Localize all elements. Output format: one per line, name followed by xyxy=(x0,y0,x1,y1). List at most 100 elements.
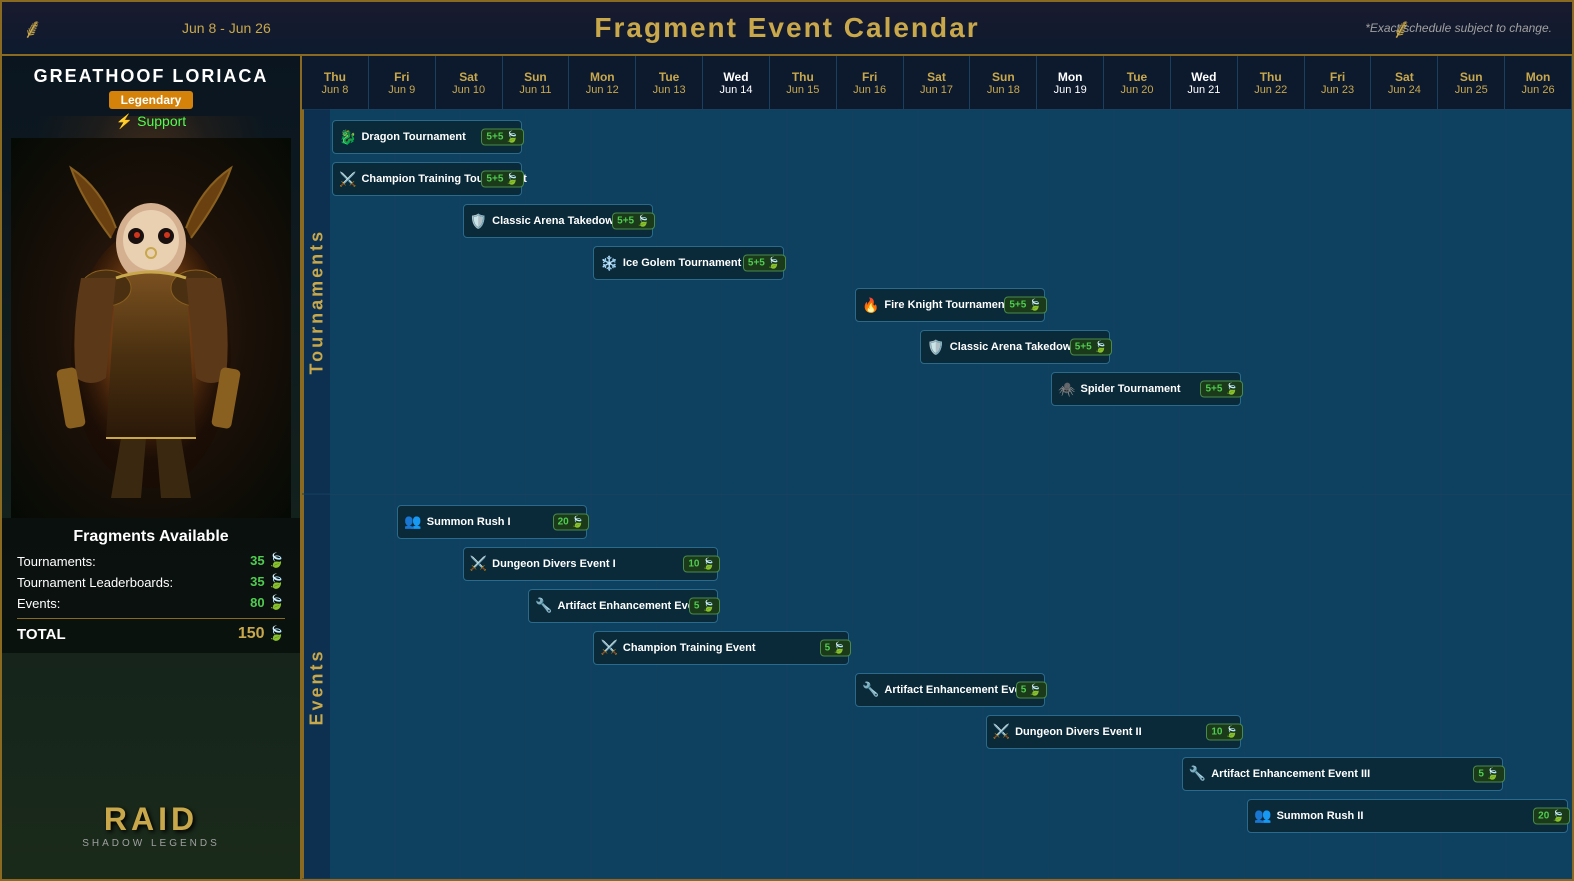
frag-count: 5 xyxy=(1478,768,1484,779)
fragment-badge: 5+5 🍃 xyxy=(481,129,524,146)
leaf-icon: 🍃 xyxy=(832,641,846,654)
event-name: Champion Training Event xyxy=(623,642,756,654)
day-name: Sun xyxy=(1460,70,1483,84)
frag-label-leaderboards: Tournament Leaderboards: xyxy=(17,575,173,590)
frag-icon-tournaments: 🍃 xyxy=(268,552,285,568)
day-name: Fri xyxy=(394,70,409,84)
events-label: Events xyxy=(302,495,330,879)
event-name: Fire Knight Tournament xyxy=(884,299,1008,311)
event-bar-7[interactable]: 👥 Summon Rush II 20 🍃 xyxy=(1247,799,1568,833)
day-date: Jun 26 xyxy=(1522,84,1555,96)
col-header-Jun-15: Thu Jun 15 xyxy=(770,56,837,109)
event-icon: 👥 xyxy=(404,513,421,530)
raid-subtitle: SHADOW LEGENDS xyxy=(82,838,220,849)
leaf-icon: 🍃 xyxy=(701,599,715,612)
total-label: TOTAL xyxy=(17,626,66,643)
event-bar-0[interactable]: 👥 Summon Rush I 20 🍃 xyxy=(397,505,587,539)
event-bar-2[interactable]: 🔧 Artifact Enhancement Event I 5 🍃 xyxy=(528,589,718,623)
event-name: Spider Tournament xyxy=(1080,383,1180,395)
event-icon: 🕷️ xyxy=(1058,381,1075,398)
event-bar-6[interactable]: 🔧 Artifact Enhancement Event III 5 🍃 xyxy=(1182,757,1503,791)
event-icon: ❄️ xyxy=(600,255,617,272)
event-name: Artifact Enhancement Event I xyxy=(558,600,711,612)
fragment-badge: 5 🍃 xyxy=(1473,765,1504,782)
day-date: Jun 15 xyxy=(786,84,819,96)
leaf-icon: 🍃 xyxy=(505,131,519,144)
col-header-Jun-22: Thu Jun 22 xyxy=(1238,56,1305,109)
col-header-Jun-19: Mon Jun 19 xyxy=(1037,56,1104,109)
raid-title: RAID xyxy=(82,801,220,838)
event-icon: 🔥 xyxy=(862,297,879,314)
day-date: Jun 20 xyxy=(1121,84,1154,96)
event-bar-4[interactable]: 🔥 Fire Knight Tournament 5+5 🍃 xyxy=(855,288,1045,322)
event-bar-3[interactable]: ❄️ Ice Golem Tournament 5+5 🍃 xyxy=(593,246,783,280)
col-header-Jun-10: Sat Jun 10 xyxy=(436,56,503,109)
fragments-section: Fragments Available Tournaments: 35🍃 Tou… xyxy=(2,518,300,653)
event-bar-4[interactable]: 🔧 Artifact Enhancement Event II 5 🍃 xyxy=(855,673,1045,707)
fragment-badge: 5 🍃 xyxy=(689,597,720,614)
col-header-Jun-23: Fri Jun 23 xyxy=(1305,56,1372,109)
event-bar-5[interactable]: ⚔️ Dungeon Divers Event II 10 🍃 xyxy=(986,715,1241,749)
app-wrapper: ⸙ Jun 8 - Jun 26 Fragment Event Calendar… xyxy=(0,0,1574,881)
event-bar-1[interactable]: ⚔️ Dungeon Divers Event I 10 🍃 xyxy=(463,547,718,581)
character-svg xyxy=(51,158,251,498)
fragment-badge: 5+5 🍃 xyxy=(1200,381,1243,398)
leaf-icon: 🍃 xyxy=(1224,725,1238,738)
event-bar-6[interactable]: 🕷️ Spider Tournament 5+5 🍃 xyxy=(1051,372,1241,406)
frag-row-leaderboards: Tournament Leaderboards: 35🍃 xyxy=(17,573,285,591)
tournaments-label: Tournaments xyxy=(302,110,330,494)
character-name: GREATHOOF LORIACA xyxy=(34,66,269,87)
day-date: Jun 25 xyxy=(1455,84,1488,96)
event-bar-1[interactable]: ⚔️ Champion Training Tournament 5+5 🍃 xyxy=(332,162,522,196)
day-name: Tue xyxy=(1127,70,1147,84)
total-row: TOTAL 150🍃 xyxy=(17,618,285,643)
calendar-body: Tournaments 🐉 Dragon Tournament 5+5 🍃 ⚔️… xyxy=(302,110,1572,879)
event-name: Classic Arena Takedown II xyxy=(950,341,1088,353)
top-header: ⸙ Jun 8 - Jun 26 Fragment Event Calendar… xyxy=(2,2,1572,56)
day-date: Jun 22 xyxy=(1254,84,1287,96)
event-icon: ⚔️ xyxy=(993,723,1010,740)
day-date: Jun 18 xyxy=(987,84,1020,96)
leaf-icon: 🍃 xyxy=(1486,767,1500,780)
frag-icon-events: 🍃 xyxy=(268,594,285,610)
event-name: Dungeon Divers Event II xyxy=(1015,726,1142,738)
col-header-Jun-25: Sun Jun 25 xyxy=(1438,56,1505,109)
day-name: Mon xyxy=(590,70,615,84)
frag-count: 10 xyxy=(1211,726,1222,737)
event-icon: 👥 xyxy=(1254,807,1271,824)
day-date: Jun 11 xyxy=(519,84,551,96)
leaf-icon: 🍃 xyxy=(1028,683,1042,696)
frag-count: 5+5 xyxy=(617,216,634,227)
day-date: Jun 14 xyxy=(719,84,752,96)
col-header-Jun-24: Sat Jun 24 xyxy=(1371,56,1438,109)
day-date: Jun 23 xyxy=(1321,84,1354,96)
events-grid: 👥 Summon Rush I 20 🍃 ⚔️ Dungeon Divers E… xyxy=(330,495,1572,879)
day-date: Jun 12 xyxy=(586,84,619,96)
event-bar-5[interactable]: 🛡️ Classic Arena Takedown II 5+5 🍃 xyxy=(920,330,1110,364)
frag-count: 5 xyxy=(1021,684,1027,695)
event-bar-0[interactable]: 🐉 Dragon Tournament 5+5 🍃 xyxy=(332,120,522,154)
event-icon: 🛡️ xyxy=(927,339,944,356)
corner-right-icon: ⸙ xyxy=(1391,9,1412,47)
day-name: Sun xyxy=(524,70,547,84)
leaf-icon: 🍃 xyxy=(571,515,585,528)
frag-count: 10 xyxy=(688,558,699,569)
event-name: Classic Arena Takedown I xyxy=(492,215,627,227)
tournaments-grid: 🐉 Dragon Tournament 5+5 🍃 ⚔️ Champion Tr… xyxy=(330,110,1572,494)
leaf-icon: 🍃 xyxy=(636,215,650,228)
frag-count: 5+5 xyxy=(748,258,765,269)
day-name: Sat xyxy=(927,70,946,84)
col-header-Jun-11: Sun Jun 11 xyxy=(503,56,570,109)
event-bar-3[interactable]: ⚔️ Champion Training Event 5 🍃 xyxy=(593,631,848,665)
event-name: Dungeon Divers Event I xyxy=(492,558,615,570)
event-icon: 🐉 xyxy=(339,129,356,146)
col-header-Jun-14: Wed Jun 14 xyxy=(703,56,770,109)
event-icon: 🛡️ xyxy=(470,213,487,230)
event-bar-2[interactable]: 🛡️ Classic Arena Takedown I 5+5 🍃 xyxy=(463,204,653,238)
frag-row-events: Events: 80🍃 xyxy=(17,594,285,612)
day-date: Jun 10 xyxy=(452,84,485,96)
day-name: Thu xyxy=(1260,70,1282,84)
day-name: Thu xyxy=(792,70,814,84)
col-header-Jun-13: Tue Jun 13 xyxy=(636,56,703,109)
col-header-Jun-8: Thu Jun 8 xyxy=(302,56,369,109)
